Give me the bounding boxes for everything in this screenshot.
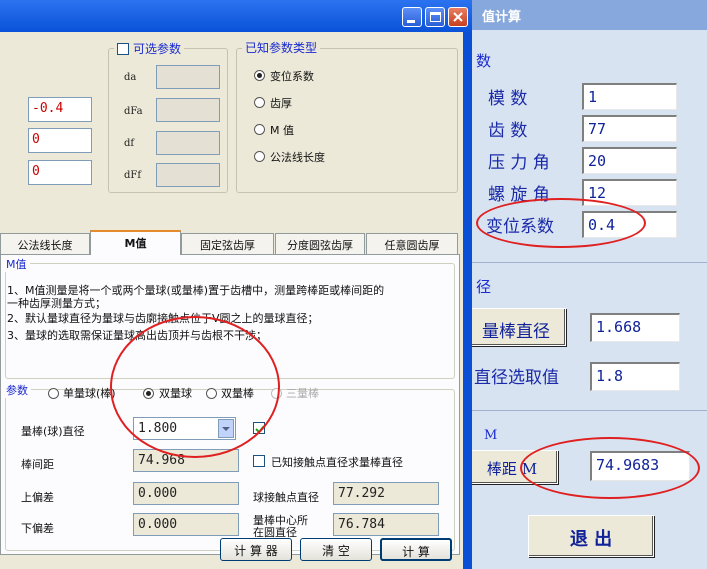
tab-m-value[interactable]: M值: [90, 230, 181, 255]
shift-coef-label: 变位系数: [486, 217, 554, 237]
pressure-angle-label: 压 力 角: [488, 153, 550, 173]
opt-label-dff: dFf: [124, 170, 142, 181]
maximize-button[interactable]: [425, 7, 445, 27]
m-value-panel: M值 1、M值测量是将一个或两个量球(或量棒)置于齿槽中，测量跨棒距或棒间距的 …: [0, 254, 460, 555]
rod-distance-field[interactable]: 74.9683: [590, 451, 690, 481]
params-title: 参数: [3, 382, 31, 398]
lower-dev-field[interactable]: 0.000: [133, 513, 239, 536]
opt-field-dff[interactable]: [156, 163, 220, 187]
optional-params-title: 可选参数: [133, 42, 182, 56]
rod-dia-button[interactable]: 量棒直径: [472, 308, 566, 346]
ball-dia-combo[interactable]: 1.800: [133, 417, 236, 440]
known-radio-shift[interactable]: [254, 70, 265, 81]
separator: [472, 410, 707, 411]
section-dia-label: 径: [476, 278, 492, 296]
tab-any-circle[interactable]: 任意圆齿厚: [366, 233, 458, 254]
calculator-button[interactable]: 计 算 器: [220, 538, 292, 561]
known-option-shift: 变位系数: [270, 70, 314, 83]
minimize-button[interactable]: [402, 7, 422, 27]
ball-dia-label: 量棒(球)直径: [21, 425, 85, 438]
upper-dev-label: 上偏差: [21, 491, 54, 504]
teeth-label: 齿 数: [488, 121, 528, 141]
ball-dia-value: 1.800: [138, 421, 178, 436]
known-option-normal: 公法线长度: [270, 151, 325, 164]
section-params-label: 数: [476, 52, 492, 70]
m-notes-title: M值: [3, 256, 30, 272]
radio-single-ball-label: 单量球(棒): [63, 387, 116, 400]
optional-params-checkbox[interactable]: [117, 43, 129, 55]
front-window-titlebar[interactable]: [0, 0, 472, 32]
m-note-1b: 一种齿厚测量方式；: [7, 297, 106, 310]
tab-pitch-chord[interactable]: 分度圆弦齿厚: [275, 233, 365, 254]
center-dia-field[interactable]: 76.784: [333, 513, 439, 536]
exit-button[interactable]: 退 出: [528, 515, 654, 557]
section-m-label: M: [484, 428, 498, 443]
close-icon: [453, 12, 463, 22]
ball-dia-checkbox[interactable]: [253, 422, 265, 434]
shift-value-field-1[interactable]: -0.4: [28, 97, 92, 122]
known-contact-label: 已知接触点直径求量棒直径: [271, 456, 403, 469]
helix-angle-field[interactable]: 12: [582, 179, 677, 206]
known-option-thickness: 齿厚: [270, 97, 292, 110]
shift-coef-field[interactable]: 0.4: [582, 211, 677, 238]
helix-angle-label: 螺 旋 角: [488, 185, 550, 205]
known-option-m: M 值: [270, 124, 294, 137]
opt-label-dfa: dFa: [124, 106, 143, 117]
radio-double-ball-label: 双量球: [159, 387, 192, 400]
known-radio-normal[interactable]: [254, 151, 265, 162]
upper-dev-field[interactable]: 0.000: [133, 482, 239, 505]
dropdown-arrow-icon[interactable]: [218, 419, 234, 438]
tab-normal-length[interactable]: 公法线长度: [0, 233, 90, 254]
minimize-icon: [407, 20, 415, 23]
dia-choice-field[interactable]: 1.8: [590, 362, 680, 391]
lower-dev-label: 下偏差: [21, 522, 54, 535]
rod-dia-field[interactable]: 1.668: [590, 313, 680, 342]
radio-double-ball[interactable]: [143, 388, 154, 399]
radio-double-rod-label: 双量棒: [221, 387, 254, 400]
rod-dist-label: 棒间距: [21, 458, 54, 471]
opt-field-df[interactable]: [156, 131, 220, 155]
m-note-2: 2、默认量球直径为量球与齿廓接触点位于V圆之上的量球直径；: [7, 312, 319, 325]
dia-choice-label: 直径选取值: [474, 368, 559, 388]
back-window-titlebar[interactable]: 值计算: [472, 0, 707, 30]
opt-field-dfa[interactable]: [156, 98, 220, 122]
maximize-icon: [430, 12, 441, 22]
m-note-3: 3、量球的选取需保证量球高出齿顶并与齿根不干涉；: [7, 329, 267, 342]
compute-button[interactable]: 计 算: [380, 538, 452, 561]
radio-triple-rod-label: 三量棒: [286, 387, 319, 400]
front-window: -0.4 0 0 可选参数 da dFa df dFf 已知参数类型 变位系数 …: [0, 0, 472, 569]
shift-value-field-3[interactable]: 0: [28, 160, 92, 185]
pressure-angle-field[interactable]: 20: [582, 147, 677, 174]
module-field[interactable]: 1: [582, 83, 677, 110]
clear-button[interactable]: 清 空: [300, 538, 372, 561]
separator: [472, 262, 707, 263]
back-window: 值计算 数 模 数 1 齿 数 77 压 力 角 20 螺 旋 角 12 变位系…: [472, 0, 707, 569]
shift-value-field-2[interactable]: 0: [28, 128, 92, 153]
radio-triple-rod[interactable]: [271, 388, 282, 399]
rod-distance-button[interactable]: 棒距 M: [472, 450, 558, 484]
tab-fixed-chord[interactable]: 固定弦齿厚: [181, 233, 274, 254]
known-radio-thickness[interactable]: [254, 97, 265, 108]
module-label: 模 数: [488, 89, 528, 109]
rod-dist-field[interactable]: 74.968: [133, 449, 239, 472]
check-icon: [255, 425, 265, 434]
known-radio-m[interactable]: [254, 124, 265, 135]
contact-dia-label: 球接触点直径: [253, 491, 319, 504]
radio-single-ball[interactable]: [48, 388, 59, 399]
contact-dia-field[interactable]: 77.292: [333, 482, 439, 505]
known-params-title: 已知参数类型: [242, 39, 321, 56]
close-button[interactable]: [448, 7, 468, 27]
front-window-body: -0.4 0 0 可选参数 da dFa df dFf 已知参数类型 变位系数 …: [0, 32, 463, 569]
opt-field-da[interactable]: [156, 65, 220, 89]
back-window-title: 值计算: [482, 10, 522, 25]
optional-params-legend: 可选参数: [114, 40, 185, 57]
opt-label-df: df: [124, 138, 135, 149]
opt-label-da: da: [124, 72, 137, 83]
radio-double-rod[interactable]: [206, 388, 217, 399]
teeth-field[interactable]: 77: [582, 115, 677, 142]
known-contact-checkbox[interactable]: [253, 455, 265, 467]
